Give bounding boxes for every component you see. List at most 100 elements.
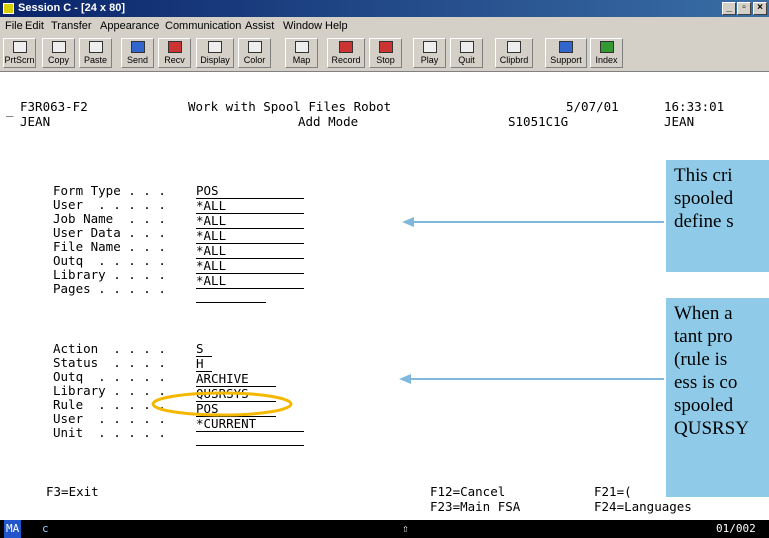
- unit-field[interactable]: [196, 432, 304, 446]
- status-session: c: [42, 522, 49, 535]
- display-button[interactable]: Display: [196, 38, 234, 68]
- action-outq-label: Outq . . . . .: [53, 369, 174, 384]
- menu-bar: File Edit Transfer Appearance Communicat…: [0, 17, 769, 35]
- printer-icon: [12, 41, 27, 53]
- color-button[interactable]: Color: [238, 38, 271, 68]
- user-data-label: User Data . . .: [53, 225, 174, 240]
- recv-button[interactable]: Recv: [158, 38, 191, 68]
- time-field: 16:33:01: [664, 99, 725, 114]
- stop-button[interactable]: Stop: [369, 38, 402, 68]
- action-user-field[interactable]: *CURRENT: [196, 417, 304, 432]
- outq-field[interactable]: *ALL: [196, 259, 304, 274]
- pages-field[interactable]: [196, 289, 266, 303]
- callout-actions-line: ess is co: [674, 372, 738, 393]
- prtscrn-button[interactable]: PrtScrn: [3, 38, 36, 68]
- title-bar: Session C - [24 x 80] _ ▫ ×: [0, 0, 769, 17]
- send-icon: [130, 41, 145, 53]
- map-button[interactable]: Map: [285, 38, 318, 68]
- status-bar: MA c ⇧ 01/002: [0, 520, 769, 538]
- toolbar: PrtScrn Copy Paste Send Recv Display Col…: [0, 35, 769, 72]
- f3-exit[interactable]: F3=Exit: [46, 485, 99, 499]
- status-field[interactable]: H: [196, 357, 212, 372]
- action-outq-field[interactable]: ARCHIVE: [196, 372, 276, 387]
- app-icon[interactable]: [3, 3, 14, 14]
- menu-transfer[interactable]: Transfer: [51, 17, 92, 35]
- form-type-field[interactable]: POS: [196, 184, 304, 199]
- clipbrd-button[interactable]: Clipbrd: [495, 38, 533, 68]
- arrow-bottom: [399, 374, 664, 384]
- record-icon: [339, 41, 353, 53]
- cursor-position: 01/002: [716, 522, 756, 535]
- menu-assist[interactable]: Assist: [245, 17, 274, 35]
- status-mode: MA: [4, 520, 22, 538]
- f23-main-fsa[interactable]: F23=Main FSA: [430, 500, 520, 514]
- callout-criteria-line: define s: [674, 211, 734, 232]
- header-user: JEAN: [20, 114, 51, 129]
- criteria-labels: Form Type . . . User . . . . . Job Name …: [53, 170, 173, 310]
- job-name-label: Job Name . . .: [53, 211, 174, 226]
- support-button[interactable]: Support: [545, 38, 587, 68]
- play-icon: [422, 41, 437, 53]
- display-icon: [208, 41, 222, 53]
- copy-button[interactable]: Copy: [42, 38, 75, 68]
- menu-file[interactable]: File: [5, 17, 23, 35]
- user-label: User . . . . .: [53, 197, 174, 212]
- support-icon: [559, 41, 573, 53]
- criteria-values: POS *ALL *ALL *ALL *ALL *ALL *ALL: [196, 170, 304, 320]
- map-icon: [294, 41, 309, 53]
- play-button[interactable]: Play: [413, 38, 446, 68]
- clipboard-icon: [507, 41, 521, 53]
- f21-key[interactable]: F21=(: [594, 485, 632, 499]
- program-name: F3R063-F2: [20, 99, 88, 114]
- job-name-field[interactable]: *ALL: [196, 214, 304, 229]
- maximize-button[interactable]: ▫: [737, 2, 751, 15]
- record-button[interactable]: Record: [327, 38, 365, 68]
- paste-button[interactable]: Paste: [79, 38, 112, 68]
- quit-button[interactable]: Quit: [450, 38, 483, 68]
- screen-title: Work with Spool Files Robot: [188, 99, 392, 114]
- user-data-field[interactable]: *ALL: [196, 229, 304, 244]
- close-button[interactable]: ×: [753, 2, 767, 15]
- copy-icon: [51, 41, 66, 53]
- minimize-button[interactable]: _: [722, 2, 736, 15]
- callout-actions-line: tant pro: [674, 326, 733, 347]
- shift-icon: ⇧: [402, 522, 409, 535]
- quit-icon: [459, 41, 474, 53]
- menu-appearance[interactable]: Appearance: [100, 17, 159, 35]
- library-field[interactable]: *ALL: [196, 274, 304, 289]
- header-user-right: JEAN: [664, 114, 695, 129]
- index-button[interactable]: Index: [590, 38, 623, 68]
- callout-criteria: This cri spooled define s: [666, 160, 769, 272]
- action-label: Action . . . .: [53, 341, 174, 356]
- date-field: 5/07/01: [566, 99, 619, 114]
- library-label: Library . . . .: [53, 267, 174, 282]
- menu-help[interactable]: Help: [325, 17, 348, 35]
- menu-communication[interactable]: Communication: [165, 17, 241, 35]
- callout-actions-line: When a: [674, 303, 733, 324]
- status-label: Status . . . .: [53, 355, 174, 370]
- callout-criteria-line: spooled: [674, 188, 734, 209]
- index-icon: [599, 41, 614, 53]
- color-icon: [247, 41, 262, 53]
- file-name-field[interactable]: *ALL: [196, 244, 304, 259]
- callout-actions: When a tant pro (rule is ess is co spool…: [666, 298, 769, 497]
- file-name-label: File Name . . .: [53, 239, 174, 254]
- form-type-label: Form Type . . .: [53, 183, 174, 198]
- menu-edit[interactable]: Edit: [25, 17, 44, 35]
- menu-window[interactable]: Window: [283, 17, 322, 35]
- pages-label: Pages . . . . .: [53, 281, 174, 296]
- arrow-top: [402, 217, 664, 227]
- f12-cancel[interactable]: F12=Cancel: [430, 485, 505, 499]
- cursor: _: [6, 102, 14, 117]
- user-field[interactable]: *ALL: [196, 199, 304, 214]
- window-title: Session C - [24 x 80]: [18, 2, 125, 14]
- send-button[interactable]: Send: [121, 38, 154, 68]
- mode-label: Add Mode: [298, 114, 359, 129]
- rule-highlight-ellipse: [151, 391, 293, 417]
- system-name: S1051C1G: [508, 114, 569, 129]
- callout-actions-line: QUSRSY: [674, 418, 749, 439]
- stop-icon: [378, 41, 393, 53]
- action-field[interactable]: S: [196, 342, 212, 357]
- f24-languages[interactable]: F24=Languages: [594, 500, 692, 514]
- receive-icon: [167, 41, 182, 53]
